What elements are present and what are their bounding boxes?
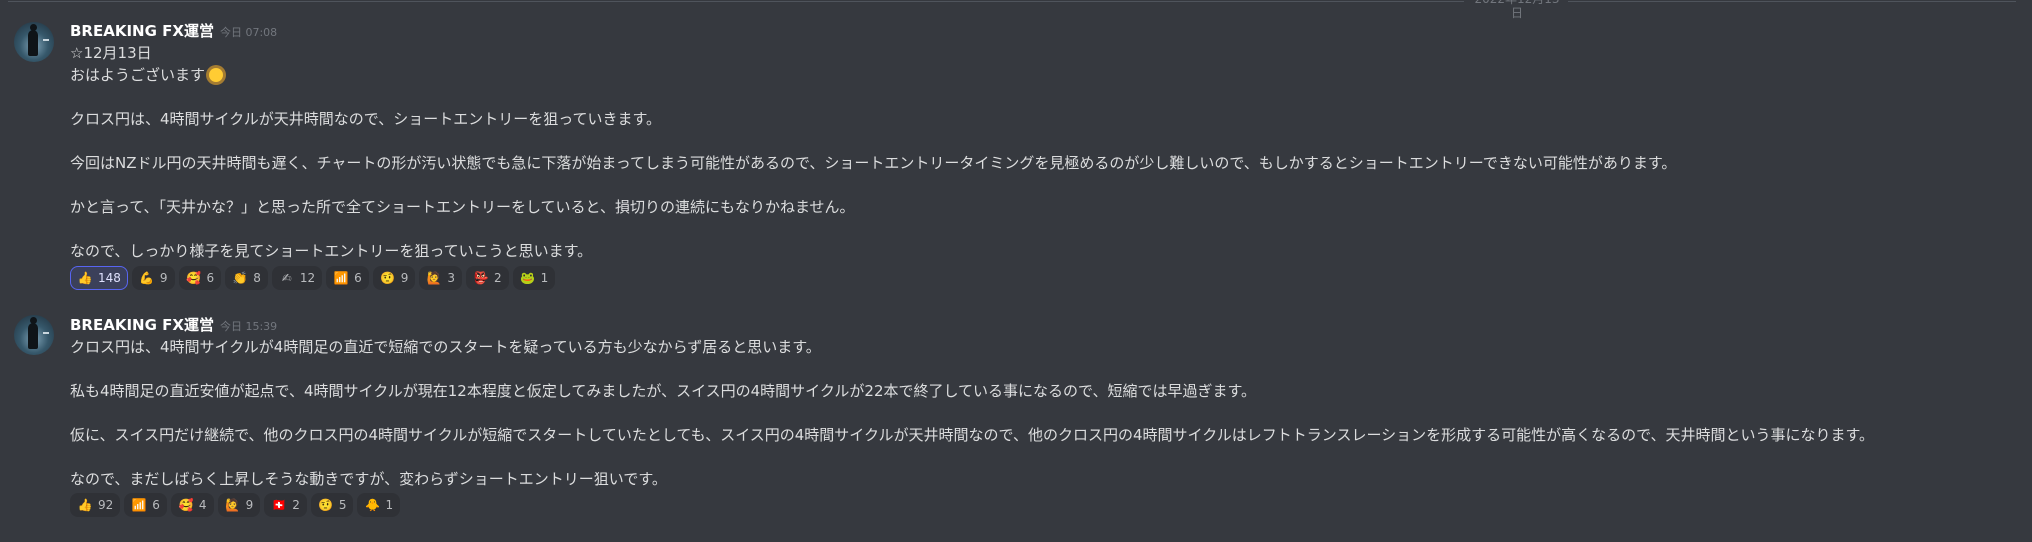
date-divider: 2022年12月13日: [0, 0, 2032, 20]
reaction-button[interactable]: 👍 92: [70, 493, 121, 517]
reaction-emoji-icon: 👺: [473, 271, 489, 285]
reaction-emoji-icon: 🥰: [178, 498, 194, 512]
reaction-emoji-icon: 👍: [77, 498, 93, 512]
reaction-count: 8: [253, 271, 261, 285]
divider-date: 2022年12月13日: [1474, 0, 1559, 20]
reaction-emoji-icon: 🤨: [380, 271, 396, 285]
reaction-emoji-icon: 🥰: [186, 271, 202, 285]
reaction-emoji-icon: 🐸: [520, 271, 536, 285]
reaction-button[interactable]: 👺 2: [466, 266, 509, 290]
reaction-count: 12: [299, 271, 316, 285]
reaction-button[interactable]: 🤨 9: [372, 266, 416, 290]
reaction-button[interactable]: 🥰 4: [170, 493, 214, 517]
divider-line: [1568, 1, 2016, 2]
reaction-button[interactable]: 🙋 3: [419, 266, 463, 290]
greeting-text: おはようございます: [70, 66, 206, 84]
reaction-count: 3: [447, 271, 456, 285]
reactions-bar: 👍 92 📶 6 🥰 4 🙋 9 🇨🇭 2 🤨 5 🐥 1: [70, 493, 401, 517]
message-header: BREAKING FX運営 今日 15:39: [70, 315, 277, 335]
reaction-emoji-icon: 🙋: [426, 271, 442, 285]
message-line: クロス円は、4時間サイクルが4時間足の直近で短縮でのスタートを疑っている方も少な…: [70, 338, 821, 356]
message-line: クロス円は、4時間サイクルが天井時間なので、ショートエントリーを狙っていきます。: [70, 110, 661, 128]
reaction-button[interactable]: 🤨 5: [310, 493, 354, 517]
reaction-button[interactable]: 🇨🇭 2: [264, 493, 307, 517]
timestamp[interactable]: 今日 15:39: [220, 320, 277, 333]
message-line: かと言って、「天井かな？」と思った所で全てショートエントリーをしていると、損切り…: [70, 198, 855, 216]
reaction-count: 2: [292, 498, 300, 512]
message-line: 仮に、スイス円だけ継続で、他のクロス円の4時間サイクルが短縮でスタートしていたと…: [70, 426, 1875, 444]
reaction-count: 148: [98, 271, 121, 285]
reaction-button[interactable]: 🐸 1: [512, 266, 556, 290]
reaction-count: 6: [354, 271, 362, 285]
reaction-emoji-icon: 💪: [139, 271, 155, 285]
reaction-count: 9: [159, 271, 168, 285]
reaction-count: 6: [152, 498, 160, 512]
reaction-emoji-icon: 👍: [77, 271, 93, 285]
reaction-button[interactable]: 📶 6: [326, 266, 369, 290]
reaction-emoji-icon: 🐥: [365, 498, 380, 512]
reaction-count: 2: [494, 271, 502, 285]
reaction-button[interactable]: 👏 8: [225, 266, 268, 290]
reaction-count: 4: [198, 498, 207, 512]
message-header: BREAKING FX運営 今日 07:08: [70, 21, 277, 41]
avatar[interactable]: [14, 22, 54, 62]
reaction-button[interactable]: 🥰 6: [178, 266, 222, 290]
reaction-button[interactable]: 🐥 1: [357, 493, 401, 517]
timestamp[interactable]: 今日 07:08: [220, 26, 277, 39]
reaction-emoji-icon: 📶: [131, 498, 147, 512]
reaction-count: 1: [540, 271, 549, 285]
message-line: 私も4時間足の直近安値が起点で、4時間サイクルが現在12本程度と仮定してみました…: [70, 382, 1256, 400]
message-line: なので、まだしばらく上昇しそうな動きですが、変わらずショートエントリー狙いです。: [70, 470, 667, 488]
reaction-emoji-icon: 🤨: [318, 498, 334, 512]
reaction-button[interactable]: 💪 9: [131, 266, 175, 290]
reactions-bar: 👍 148 💪 9 🥰 6 👏 8 ✍ 12 📶 6 🤨 9 🙋 3 👺 2 🐸 1: [70, 266, 556, 290]
reaction-emoji-icon: 👏: [232, 271, 248, 285]
reaction-count: 6: [206, 271, 215, 285]
reaction-button[interactable]: 📶 6: [124, 493, 167, 517]
username[interactable]: BREAKING FX運営: [70, 22, 214, 40]
reaction-count: 9: [400, 271, 409, 285]
message-line: ☆12月13日: [70, 44, 152, 62]
reaction-count: 9: [245, 498, 254, 512]
reaction-button[interactable]: 🙋 9: [217, 493, 261, 517]
reaction-emoji-icon: ✍: [281, 271, 292, 285]
reaction-button[interactable]: ✍ 12: [271, 266, 323, 290]
avatar[interactable]: [14, 315, 54, 355]
reaction-count: 5: [338, 498, 347, 512]
message-line: おはようございます: [70, 64, 224, 86]
reaction-emoji-icon: 🇨🇭: [271, 498, 287, 512]
reaction-emoji-icon: 📶: [333, 271, 349, 285]
reaction-count: 92: [98, 498, 114, 512]
reaction-button[interactable]: 👍 148: [70, 266, 128, 290]
reaction-count: 1: [385, 498, 394, 512]
sun-emoji: [209, 68, 224, 82]
divider-line: [8, 1, 1464, 2]
message-line: 今回はNZドル円の天井時間も遅く、チャートの形が汚い状態でも急に下落が始まってし…: [70, 154, 1677, 172]
username[interactable]: BREAKING FX運営: [70, 316, 214, 334]
reaction-emoji-icon: 🙋: [225, 498, 241, 512]
message-line: なので、しっかり様子を見てショートエントリーを狙っていこうと思います。: [70, 242, 593, 260]
